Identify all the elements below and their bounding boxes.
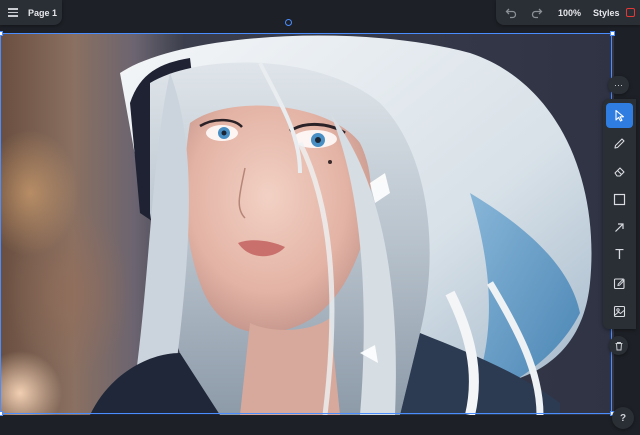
tool-arrow[interactable] bbox=[606, 215, 633, 240]
note-edit-icon bbox=[613, 278, 625, 290]
hamburger-menu-icon[interactable] bbox=[8, 8, 18, 17]
resize-handle-top-right[interactable] bbox=[610, 31, 615, 36]
trash-icon bbox=[615, 341, 622, 350]
tool-text[interactable]: T bbox=[606, 243, 633, 268]
resize-handle-top-left[interactable] bbox=[0, 31, 3, 36]
arrow-icon bbox=[615, 223, 624, 232]
styles-button[interactable]: Styles bbox=[593, 8, 620, 18]
undo-icon bbox=[505, 8, 517, 18]
cursor-arrow-icon bbox=[615, 109, 625, 122]
help-button[interactable]: ? bbox=[612, 407, 634, 429]
page-name[interactable]: Page 1 bbox=[28, 8, 57, 18]
zoom-level[interactable]: 100% bbox=[558, 8, 581, 18]
top-toolbar: 100% Styles bbox=[496, 0, 640, 25]
tool-note[interactable] bbox=[606, 271, 633, 296]
pencil-icon bbox=[614, 138, 625, 149]
rotate-handle[interactable] bbox=[285, 19, 292, 26]
eraser-icon bbox=[614, 167, 625, 177]
image-icon bbox=[613, 305, 626, 318]
tool-rectangle[interactable] bbox=[606, 187, 633, 212]
illustration-artwork bbox=[90, 35, 592, 415]
rectangle-icon bbox=[613, 193, 626, 206]
redo-icon bbox=[531, 8, 543, 18]
delete-button[interactable] bbox=[609, 336, 628, 355]
text-icon: T bbox=[615, 248, 624, 263]
tool-select[interactable] bbox=[606, 103, 633, 128]
tool-palette: T bbox=[603, 99, 636, 329]
canvas-image[interactable] bbox=[0, 33, 614, 415]
styles-color-swatch[interactable] bbox=[625, 8, 635, 17]
more-options-button[interactable]: ··· bbox=[608, 76, 629, 94]
undo-button[interactable] bbox=[500, 2, 522, 24]
tool-image[interactable] bbox=[606, 299, 633, 324]
redo-button[interactable] bbox=[526, 2, 548, 24]
tool-draw[interactable] bbox=[606, 131, 633, 156]
resize-handle-bottom-left[interactable] bbox=[0, 411, 3, 416]
page-menu: Page 1 bbox=[0, 0, 62, 25]
tool-eraser[interactable] bbox=[606, 159, 633, 184]
